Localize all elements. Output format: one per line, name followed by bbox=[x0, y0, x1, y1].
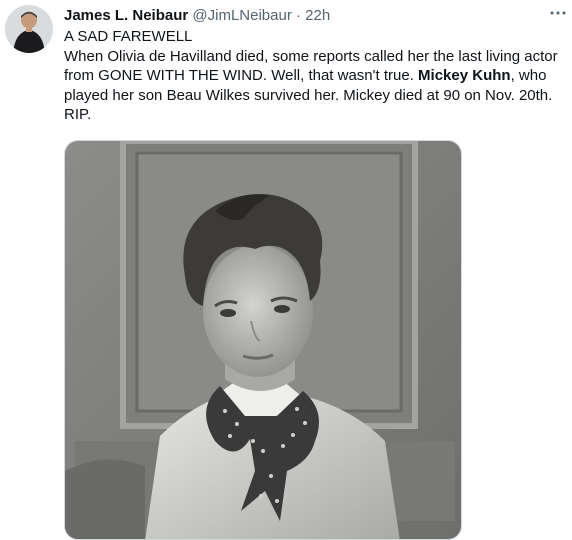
tweet-text: A SAD FAREWELL When Olivia de Havilland … bbox=[64, 27, 564, 125]
mention-mickey-kuhn[interactable]: Mickey Kuhn bbox=[418, 67, 511, 84]
ellipsis-icon bbox=[550, 11, 566, 15]
photo-icon bbox=[65, 141, 461, 539]
author-name[interactable]: James L. Neibaur bbox=[64, 7, 188, 24]
author-handle[interactable]: @JimLNeibaur bbox=[192, 7, 291, 24]
timestamp[interactable]: 22h bbox=[305, 7, 330, 24]
avatar[interactable] bbox=[5, 5, 53, 53]
tweet-text-paragraph: When Olivia de Havilland died, some repo… bbox=[64, 47, 564, 125]
separator-dot: · bbox=[296, 7, 301, 24]
tweet-photo[interactable] bbox=[64, 140, 462, 540]
tweet-header: James L. Neibaur @JimLNeibaur · 22h bbox=[64, 6, 330, 26]
more-options-button[interactable] bbox=[550, 6, 566, 18]
tweet-text-line-1: A SAD FAREWELL bbox=[64, 28, 193, 45]
user-avatar-icon bbox=[5, 5, 53, 53]
